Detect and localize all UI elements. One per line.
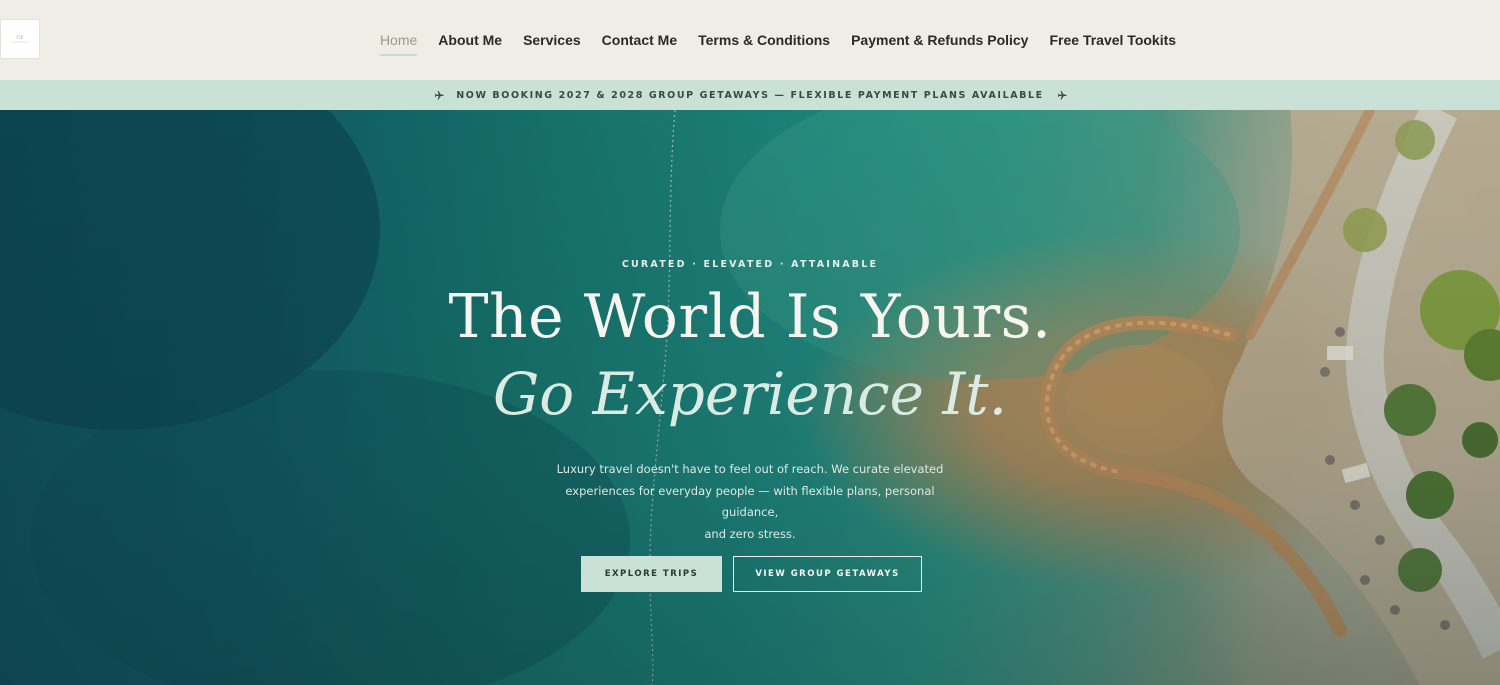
- hero-section: CURATED · ELEVATED · ATTAINABLE The Worl…: [0, 110, 1500, 685]
- nav-terms-conditions[interactable]: Terms & Conditions: [698, 26, 830, 54]
- hero-eyebrow: CURATED · ELEVATED · ATTAINABLE: [621, 259, 879, 270]
- nav-contact-me[interactable]: Contact Me: [602, 26, 677, 54]
- lead-line-2: experiences for everyday people — with f…: [565, 483, 935, 520]
- hero-subheadline: Go Experience It.: [492, 360, 1008, 428]
- nav-about-me[interactable]: About Me: [438, 26, 502, 54]
- nav-payment-refunds-policy[interactable]: Payment & Refunds Policy: [851, 26, 1028, 54]
- announcement-bar: NOW BOOKING 2027 & 2028 GROUP GETAWAYS —…: [0, 80, 1500, 110]
- nav-free-travel-toolkits[interactable]: Free Travel Tookits: [1049, 26, 1176, 54]
- airplane-icon: [1057, 90, 1067, 100]
- hero-headline: The World Is Yours.: [448, 282, 1052, 352]
- main-nav: Home About Me Services Contact Me Terms …: [0, 0, 1500, 80]
- explore-trips-button[interactable]: EXPLORE TRIPS: [581, 556, 722, 592]
- hero-lead-text: Luxury travel doesn't have to feel out o…: [540, 459, 960, 545]
- nav-home[interactable]: Home: [379, 26, 418, 56]
- lead-line-3: and zero stress.: [704, 526, 796, 541]
- lead-line-1: Luxury travel doesn't have to feel out o…: [556, 462, 944, 476]
- site-header: CF Home About Me Services Contact Me Ter…: [0, 0, 1500, 80]
- announcement-text: NOW BOOKING 2027 & 2028 GROUP GETAWAYS —…: [456, 89, 1044, 101]
- view-group-getaways-button[interactable]: VIEW GROUP GETAWAYS: [733, 556, 922, 592]
- nav-services[interactable]: Services: [523, 26, 581, 54]
- airplane-icon: [435, 90, 444, 100]
